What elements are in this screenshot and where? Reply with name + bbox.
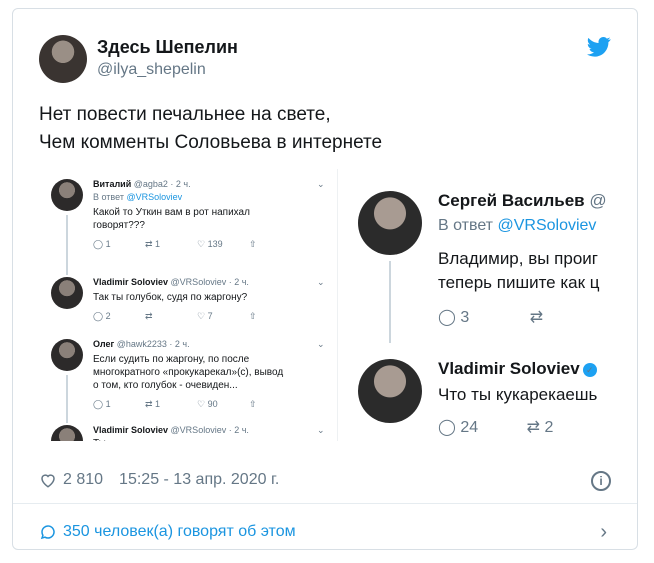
reply-to: В ответ @VRSoloviev — [93, 192, 183, 202]
comments-count[interactable]: 350 человек(а) говорят об этом — [63, 523, 296, 541]
retweet-icon: ⇄ — [145, 311, 153, 321]
reply-author: Олег @hawk2233 · 2 ч. — [93, 339, 190, 349]
reply-text: Владимир, вы проиг теперь пишите как ц — [438, 249, 600, 292]
avatar — [358, 191, 422, 255]
reply-actions: ◯ 1 ⇄ 1 ♡ 139 ⇧ — [93, 239, 301, 250]
info-icon[interactable]: i — [591, 471, 611, 491]
chevron-down-icon: ⌄ — [317, 277, 325, 287]
comments-link[interactable]: 350 человек(а) говорят об этом — [39, 523, 296, 541]
tweet-text: Нет повести печальнее на свете, Чем комм… — [39, 101, 382, 157]
thread-line — [66, 215, 68, 275]
like-icon[interactable] — [39, 471, 57, 489]
reply-to: В ответ @VRSoloviev — [438, 217, 597, 234]
reply-text: Ты — [93, 437, 106, 441]
author-name[interactable]: Здесь Шепелин — [97, 37, 238, 58]
avatar — [358, 359, 422, 423]
like-icon: ♡ 7 — [197, 311, 213, 321]
avatar — [51, 277, 83, 309]
chevron-down-icon: ⌄ — [317, 425, 325, 435]
screenshot-left: Виталий @agba2 · 2 ч. ⌄ В ответ @VRSolov… — [39, 169, 331, 441]
like-icon: ♡ 90 — [197, 399, 218, 409]
retweet-icon: ⇄ 1 — [145, 239, 161, 249]
reply-text: Какой то Уткин вам в рот напихал говорят… — [93, 207, 250, 231]
reply-actions: ◯ 24 ⇄ 2 — [438, 417, 553, 437]
chevron-right-icon[interactable]: › — [600, 521, 607, 544]
avatar — [51, 425, 83, 441]
reply-icon: ◯ 2 — [93, 311, 111, 321]
thread-line — [389, 261, 391, 343]
reply-icon: ◯ 3 — [438, 309, 470, 326]
reply-author: Vladimir Soloviev @VRSoloviev · 2 ч. — [93, 277, 249, 287]
reply-actions: ◯ 1 ⇄ 1 ♡ 90 ⇧ — [93, 399, 301, 410]
reply-author: Vladimir Soloviev @VRSoloviev · 2 ч. — [93, 425, 249, 435]
like-icon: ♡ 139 — [197, 239, 223, 249]
retweet-icon: ⇄ 1 — [145, 399, 161, 409]
reply-icon: ◯ 1 — [93, 399, 111, 409]
screenshot-right: Сергей Васильев @ В ответ @VRSoloviev Вл… — [337, 169, 621, 441]
reply-actions: ◯ 3 ⇄ — [438, 307, 543, 327]
reply-author: Сергей Васильев @ — [438, 191, 607, 210]
tweet-line-1: Нет повести печальнее на свете, — [39, 104, 331, 125]
divider — [13, 503, 637, 504]
tweet-card: Здесь Шепелин @ilya_shepelin Нет повести… — [12, 8, 638, 550]
reply-icon: ◯ 24 — [438, 419, 479, 436]
author-handle[interactable]: @ilya_shepelin — [97, 61, 206, 79]
verified-icon: ✓ — [582, 362, 597, 377]
tweet-line-2: Чем комменты Соловьева в интернете — [39, 132, 383, 153]
author-avatar[interactable] — [39, 35, 87, 83]
reply-text: Что ты кукарекаешь — [438, 385, 598, 404]
tweet-stats: 2 810 15:25 - 13 апр. 2020 г. — [39, 471, 279, 489]
thread-line — [66, 375, 68, 423]
retweet-icon: ⇄ 2 — [526, 419, 554, 436]
reply-text: Если судить по жаргону, по после многокр… — [93, 354, 284, 391]
tweet-timestamp[interactable]: 15:25 - 13 апр. 2020 г. — [119, 471, 279, 489]
reply-author: Виталий @agba2 · 2 ч. — [93, 179, 191, 189]
reply-icon: ◯ 1 — [93, 239, 111, 249]
share-icon: ⇧ — [249, 239, 257, 249]
reply-author: Vladimir Soloviev ✓ — [438, 359, 597, 379]
share-icon: ⇧ — [249, 311, 257, 321]
reply-text: Так ты голубок, судя по жаргону? — [93, 292, 248, 303]
share-icon: ⇧ — [249, 399, 257, 409]
reply-actions: ◯ 2 ⇄ ♡ 7 ⇧ — [93, 311, 301, 322]
twitter-bird-icon[interactable] — [587, 37, 611, 57]
chevron-down-icon: ⌄ — [317, 179, 325, 189]
chevron-down-icon: ⌄ — [317, 339, 325, 349]
avatar — [51, 339, 83, 371]
tweet-image[interactable]: Виталий @agba2 · 2 ч. ⌄ В ответ @VRSolov… — [39, 169, 621, 441]
like-count[interactable]: 2 810 — [63, 471, 103, 489]
comment-icon — [40, 525, 55, 540]
avatar — [51, 179, 83, 211]
retweet-icon: ⇄ — [529, 309, 544, 326]
